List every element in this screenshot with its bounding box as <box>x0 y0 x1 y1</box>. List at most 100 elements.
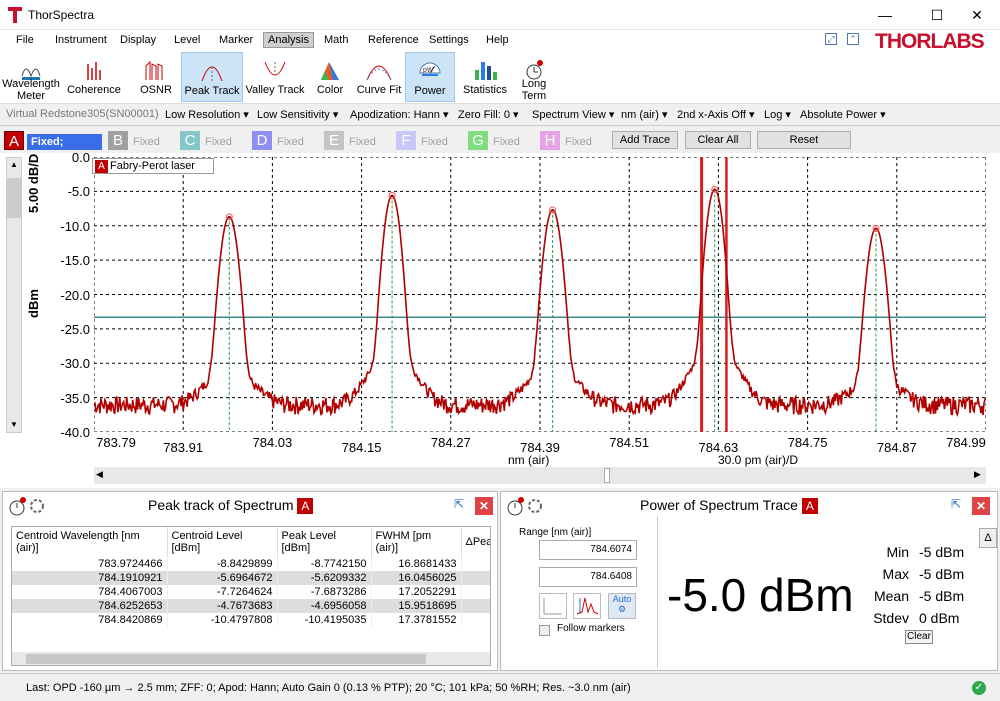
table-h-scrollbar[interactable] <box>12 652 490 665</box>
menu-marker[interactable]: Marker <box>215 32 257 48</box>
table-row[interactable]: 784.4067003 -7.7264624 -7.6873286 17.205229… <box>12 585 490 599</box>
delta-button[interactable]: Δ <box>979 528 997 548</box>
x-tick-label: 784.75 <box>787 435 828 450</box>
table-row[interactable]: 784.1910921 -5.6964672 -5.6209332 16.045602… <box>12 571 490 585</box>
panel-settings-icon[interactable] <box>7 494 47 518</box>
menu-help[interactable]: Help <box>482 32 513 48</box>
sensitivity-dropdown[interactable]: Low Sensitivity ▾ <box>257 108 338 121</box>
y-tick-label: -35.0 <box>60 390 90 406</box>
table-row[interactable]: 784.6252653 -4.7673683 -4.6956058 15.951869… <box>12 599 490 613</box>
table-cell: -8.7742150 <box>277 557 372 571</box>
y-scrollbar[interactable]: ▲ ▼ <box>6 157 22 433</box>
x-scrollbar[interactable]: ◀ ▶ <box>94 467 986 484</box>
spectrum-view-dropdown[interactable]: Spectrum View ▾ <box>532 108 614 121</box>
menu-instrument[interactable]: Instrument <box>51 32 111 48</box>
trace-h-button[interactable]: H <box>540 131 560 150</box>
x-tick-label: 784.15 <box>341 440 382 455</box>
ribbon-osnr[interactable]: OSNR <box>134 52 178 102</box>
collapse-ribbon-icon[interactable]: ⌃ <box>847 33 859 45</box>
power-panel-title: Power of Spectrum Trace A <box>640 497 818 514</box>
status-text: Last: OPD -160 µm → 2.5 mm; ZFF: 0; Apod… <box>26 682 631 694</box>
ribbon-label: Wavelength Meter <box>2 78 60 102</box>
col-centroid-level[interactable]: Centroid Level [dBm] <box>167 527 278 557</box>
range-start-input[interactable]: 784.6074 <box>539 540 637 560</box>
plot-area[interactable] <box>94 157 986 432</box>
ribbon-coherence[interactable]: Coherence <box>64 52 124 102</box>
units-dropdown[interactable]: nm (air) ▾ <box>621 108 667 121</box>
clear-stats-button[interactable]: Clear <box>905 630 933 644</box>
trace-f-label: Fixed <box>421 136 448 148</box>
trace-a-button[interactable]: A <box>4 131 24 150</box>
ribbon-peak-track[interactable]: Peak Track <box>181 52 243 102</box>
menu-display[interactable]: Display <box>116 32 160 48</box>
trace-d-button[interactable]: D <box>252 131 272 150</box>
col-delta-peak[interactable]: ΔPea <box>461 527 490 557</box>
range-peak-button[interactable] <box>573 593 601 619</box>
menu-file[interactable]: File <box>12 32 38 48</box>
scale-dropdown[interactable]: Log ▾ <box>764 108 791 121</box>
resolution-dropdown[interactable]: Low Resolution ▾ <box>165 108 249 121</box>
ribbon-wavelength-meter[interactable]: Wavelength Meter <box>0 52 62 102</box>
scroll-right-icon[interactable]: ▶ <box>974 469 981 480</box>
trace-a-label[interactable]: Fixed; Avg(10) <box>27 134 102 164</box>
second-axis-dropdown[interactable]: 2nd x-Axis Off ▾ <box>677 108 754 121</box>
menu-analysis[interactable]: Analysis <box>263 32 314 48</box>
close-panel-icon[interactable]: ✕ <box>475 497 493 515</box>
menu-settings[interactable]: Settings <box>425 32 473 48</box>
clear-all-button[interactable]: Clear All <box>685 131 751 149</box>
power-export-icon[interactable]: ⇱ <box>947 497 965 515</box>
trace-b-label: Fixed <box>133 136 160 148</box>
y-scroll-thumb[interactable] <box>7 178 21 218</box>
ribbon-label: Power <box>414 85 446 97</box>
apodization-dropdown[interactable]: Apodization: Hann ▾ <box>350 108 448 121</box>
table-row[interactable]: 784.8420869 -10.4797808 -10.4195035 17.3781… <box>12 613 490 627</box>
power-close-panel-icon[interactable]: ✕ <box>972 497 990 515</box>
ribbon-color[interactable]: Color <box>311 52 349 102</box>
ribbon-valley-track[interactable]: Valley Track <box>245 52 305 102</box>
range-end-input[interactable]: 784.6408 <box>539 567 637 587</box>
follow-markers-checkbox[interactable] <box>539 625 550 636</box>
table-row[interactable]: 783.9724466 -8.8429899 -8.7742150 16.868143… <box>12 557 490 571</box>
reset-button[interactable]: Reset <box>757 131 851 149</box>
x-tick-label: 784.51 <box>609 435 650 450</box>
range-select-button[interactable] <box>539 593 567 619</box>
col-centroid-wavelength[interactable]: Centroid Wavelength [nm (air)] <box>12 527 168 557</box>
table-cell: 783.9724466 <box>12 557 168 571</box>
trace-b-button[interactable]: B <box>108 131 128 150</box>
trace-e-button[interactable]: E <box>324 131 344 150</box>
auto-range-button[interactable]: Auto ⚙ <box>608 593 636 619</box>
ribbon-statistics[interactable]: Statistics <box>460 52 510 102</box>
menu-reference[interactable]: Reference <box>364 32 423 48</box>
trace-f-button[interactable]: F <box>396 131 416 150</box>
menu-bar: File Instrument Display Level Marker Ana… <box>0 30 1000 53</box>
ribbon-label: Curve Fit <box>356 84 402 96</box>
x-scroll-thumb[interactable] <box>604 468 610 483</box>
add-trace-button[interactable]: Add Trace <box>612 131 678 149</box>
scroll-left-icon[interactable]: ◀ <box>96 469 103 480</box>
trace-g-button[interactable]: G <box>468 131 488 150</box>
ribbon-long-term[interactable]: Long Term <box>512 52 556 102</box>
fullscreen-icon[interactable]: ⤢ <box>825 33 837 45</box>
scroll-up-icon[interactable]: ▲ <box>7 158 21 172</box>
menu-math[interactable]: Math <box>320 32 352 48</box>
power-panel-settings-icon[interactable] <box>505 494 545 518</box>
peak-panel-title-text: Peak track of Spectrum <box>148 497 294 513</box>
x-tick-label: 784.27 <box>430 435 471 450</box>
table-scroll-thumb[interactable] <box>26 654 426 664</box>
zero-fill-dropdown[interactable]: Zero Fill: 0 ▾ <box>458 108 519 121</box>
close-button[interactable]: ✕ <box>954 0 1000 30</box>
legend-marker: A <box>95 160 108 173</box>
col-peak-level[interactable]: Peak Level [dBm] <box>277 527 372 557</box>
trace-c-button[interactable]: C <box>180 131 200 150</box>
power-mode-dropdown[interactable]: Absolute Power ▾ <box>800 108 886 121</box>
col-fwhm[interactable]: FWHM [pm (air)] <box>371 527 462 557</box>
ribbon-power[interactable]: pW Power <box>405 52 455 102</box>
scroll-down-icon[interactable]: ▼ <box>7 418 21 432</box>
export-icon[interactable]: ⇱ <box>450 497 468 515</box>
table-cell: 784.8420869 <box>12 613 168 627</box>
x-tick-label: 783.91 <box>163 440 204 455</box>
minimize-button[interactable]: — <box>862 0 908 30</box>
menu-level[interactable]: Level <box>170 32 204 48</box>
x-tick-label: 783.79 <box>96 435 136 450</box>
ribbon-curve-fit[interactable]: Curve Fit <box>355 52 403 102</box>
